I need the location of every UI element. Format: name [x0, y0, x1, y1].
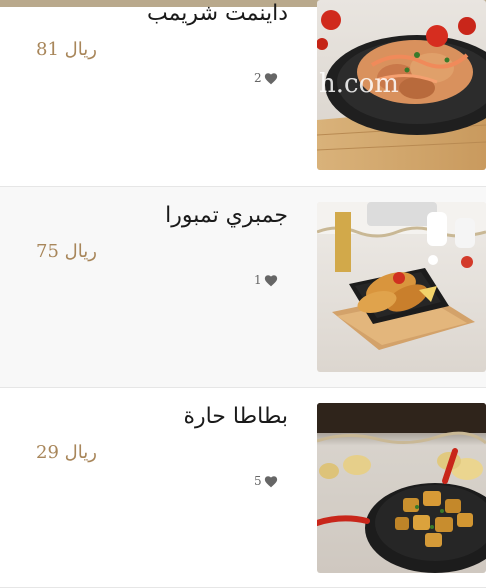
- item-price: 75 ريال: [36, 241, 97, 262]
- like-counter[interactable]: 2: [254, 71, 278, 85]
- item-name: جمبري تمبورا: [165, 203, 288, 228]
- like-count: 2: [254, 71, 262, 85]
- item-price: 29 ريال: [36, 442, 97, 463]
- like-count: 1: [254, 273, 262, 287]
- heart-icon[interactable]: [264, 72, 278, 85]
- item-photo[interactable]: [317, 403, 486, 573]
- item-photo[interactable]: h.com: [317, 0, 486, 170]
- like-counter[interactable]: 1: [254, 273, 278, 287]
- menu-item-dynamite-shrimp[interactable]: داينمت شريمب 81 ريال 2 h.com: [0, 0, 486, 187]
- item-name: بطاطا حارة: [183, 404, 288, 429]
- spicy-potatoes-image: [317, 403, 486, 573]
- watermark-text: h.com: [319, 69, 399, 99]
- like-count: 5: [254, 474, 262, 488]
- dynamite-shrimp-image: h.com: [317, 0, 486, 170]
- like-counter[interactable]: 5: [254, 474, 278, 488]
- item-price: 81 ريال: [36, 39, 97, 60]
- menu-item-spicy-potatoes[interactable]: بطاطا حارة 29 ريال 5: [0, 388, 486, 588]
- menu-item-shrimp-tempura[interactable]: جمبري تمبورا 75 ريال 1: [0, 187, 486, 388]
- item-name: داينمت شريمب: [146, 1, 288, 26]
- heart-icon[interactable]: [264, 274, 278, 287]
- heart-icon[interactable]: [264, 475, 278, 488]
- item-photo[interactable]: [317, 202, 486, 372]
- shrimp-tempura-image: [317, 202, 486, 372]
